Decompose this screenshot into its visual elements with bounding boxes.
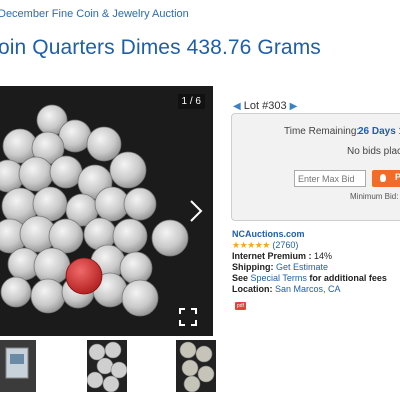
main-lot-image[interactable]: 1 / 6 xyxy=(0,86,213,336)
rating-stars: ★★★★★ xyxy=(232,240,270,250)
max-bid-input[interactable] xyxy=(294,170,366,187)
location-label: Location: xyxy=(232,284,273,294)
rating-count-link[interactable]: (2760) xyxy=(272,240,298,250)
seller-info: NCAuctions.com ★★★★★ (2760) Internet Pre… xyxy=(232,229,387,295)
pdf-icon[interactable]: pdf xyxy=(235,302,246,310)
minimum-bid-label: Minimum Bid: xyxy=(350,192,399,201)
time-remaining-value: 26 Days 1 xyxy=(358,126,400,137)
thumbnail-strip xyxy=(0,340,230,400)
place-bid-button[interactable]: P xyxy=(372,170,400,187)
page-title: oin Quarters Dimes 438.76 Grams xyxy=(0,36,321,59)
next-image-icon[interactable] xyxy=(187,198,205,224)
thumbnail-2[interactable] xyxy=(87,340,127,392)
thumbnail-3[interactable] xyxy=(176,340,216,392)
right-arrow-icon[interactable]: ▶ xyxy=(290,101,298,112)
time-remaining-label: Time Remaining: xyxy=(284,126,360,137)
thumbnail-1[interactable] xyxy=(0,340,36,392)
location-link[interactable]: San Marcos, CA xyxy=(275,284,341,294)
lot-number: Lot #303 xyxy=(243,100,287,112)
bid-icon xyxy=(380,174,386,182)
image-counter: 1 / 6 xyxy=(177,94,205,109)
lot-navigation: ◀ Lot #303 ▶ xyxy=(233,100,297,112)
see-text: See xyxy=(232,273,249,283)
shipping-label: Shipping: xyxy=(232,262,274,272)
no-bids-text: No bids place xyxy=(347,146,400,157)
shipping-estimate-link[interactable]: Get Estimate xyxy=(276,262,328,272)
premium-value: 14% xyxy=(314,251,333,261)
breadcrumb[interactable]: December Fine Coin & Jewelry Auction xyxy=(0,8,189,20)
premium-label: Internet Premium : xyxy=(232,251,312,261)
seller-name-link[interactable]: NCAuctions.com xyxy=(232,229,305,239)
fullscreen-icon[interactable] xyxy=(179,308,197,326)
left-arrow-icon[interactable]: ◀ xyxy=(233,101,241,112)
bid-button-label: P xyxy=(395,172,400,182)
special-terms-link[interactable]: Special Terms xyxy=(251,273,307,283)
additional-fees-text: for additional fees xyxy=(309,273,387,283)
coins-photo xyxy=(0,86,213,336)
bid-panel: Time Remaining: 26 Days 1 No bids plac e … xyxy=(231,113,400,221)
